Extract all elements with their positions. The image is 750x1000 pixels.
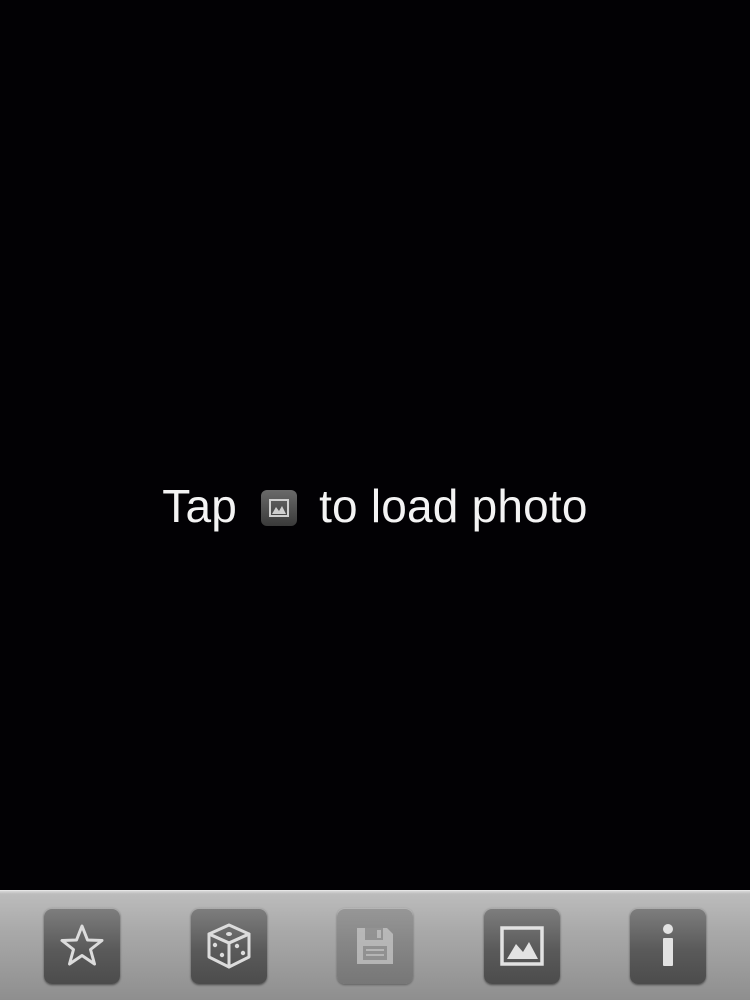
load-photo-hint: Tap to load photo (0, 476, 750, 536)
hint-text-after: to load photo (319, 480, 588, 532)
favorites-button[interactable] (44, 908, 120, 984)
bottom-toolbar (0, 890, 750, 1000)
hint-text-before: Tap (162, 480, 238, 532)
photo-icon (261, 490, 298, 526)
save-button[interactable] (337, 908, 413, 984)
info-icon (663, 924, 673, 966)
app-screen: Tap to load photo (0, 0, 750, 1000)
star-icon (60, 924, 104, 966)
floppy-disk-icon (357, 928, 393, 964)
dice-icon (207, 923, 251, 969)
load-photo-button[interactable] (484, 908, 560, 984)
photo-canvas[interactable]: Tap to load photo (0, 0, 750, 890)
info-button[interactable] (630, 908, 706, 984)
random-button[interactable] (191, 908, 267, 984)
photo-icon (500, 926, 544, 966)
